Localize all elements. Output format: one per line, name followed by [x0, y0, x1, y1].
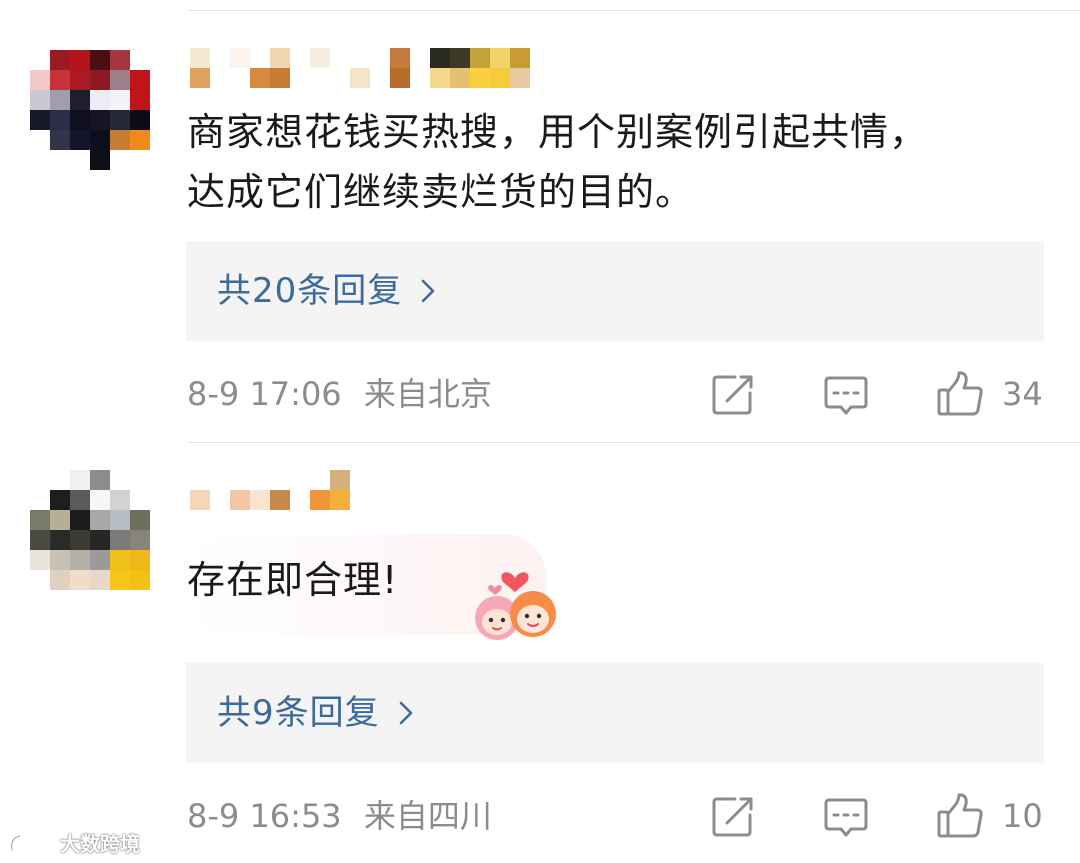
like-count: 34: [1002, 375, 1043, 413]
share-button[interactable]: [711, 795, 755, 839]
location: 来自四川: [363, 797, 492, 835]
share-button[interactable]: [711, 373, 755, 417]
view-replies-link[interactable]: 共9条回复: [217, 693, 414, 733]
replies-count-label: 共20条回复: [217, 271, 403, 311]
chevron-right-icon: [399, 701, 412, 725]
username-blurred[interactable]: [190, 48, 550, 92]
chevron-right-icon: [421, 279, 435, 303]
comment-divider: [187, 442, 1080, 443]
like-button[interactable]: [936, 370, 984, 418]
comment-text: 商家想花钱买热搜，用个别案例引起共情， 达成它们继续卖烂货的目的。: [187, 102, 928, 222]
comment-text-line: 存在即合理!: [187, 558, 399, 602]
share-icon: [712, 375, 753, 415]
comment-text: 存在即合理!: [187, 550, 398, 610]
comment-icon: [824, 376, 868, 415]
comment-button[interactable]: [824, 374, 868, 418]
comment-button[interactable]: [824, 796, 868, 840]
replies-box: 共20条回复: [186, 241, 1044, 341]
comment-text-line: 商家想花钱买热搜，用个别案例引起共情，: [187, 110, 929, 154]
watermark: 大数跨境: [8, 828, 140, 857]
comment-meta: 8-9 17:06 来自北京: [187, 374, 492, 414]
timestamp: 8-9 16:53: [187, 797, 342, 835]
top-divider: [187, 10, 1080, 11]
like-count: 10: [1002, 797, 1043, 835]
watermark-logo-icon: [10, 834, 50, 851]
replies-count-label: 共9条回复: [217, 693, 380, 733]
username-blurred[interactable]: [190, 470, 360, 514]
avatar[interactable]: [30, 470, 150, 590]
couple-hearts-sticker-icon: [475, 572, 556, 640]
thumbs-up-icon: [937, 371, 983, 416]
comment-text-line: 达成它们继续卖烂货的目的。: [187, 170, 695, 214]
like-button[interactable]: [936, 792, 984, 840]
view-replies-link[interactable]: 共20条回复: [217, 271, 436, 311]
location: 来自北京: [363, 375, 492, 413]
replies-box: 共9条回复: [186, 663, 1044, 763]
avatar[interactable]: [30, 50, 150, 170]
comment-meta: 8-9 16:53 来自四川: [187, 796, 492, 836]
thumbs-up-icon: [937, 793, 983, 838]
share-icon: [712, 797, 753, 837]
comment-icon: [824, 798, 868, 837]
timestamp: 8-9 17:06: [187, 375, 342, 413]
watermark-text: 大数跨境: [60, 832, 140, 856]
